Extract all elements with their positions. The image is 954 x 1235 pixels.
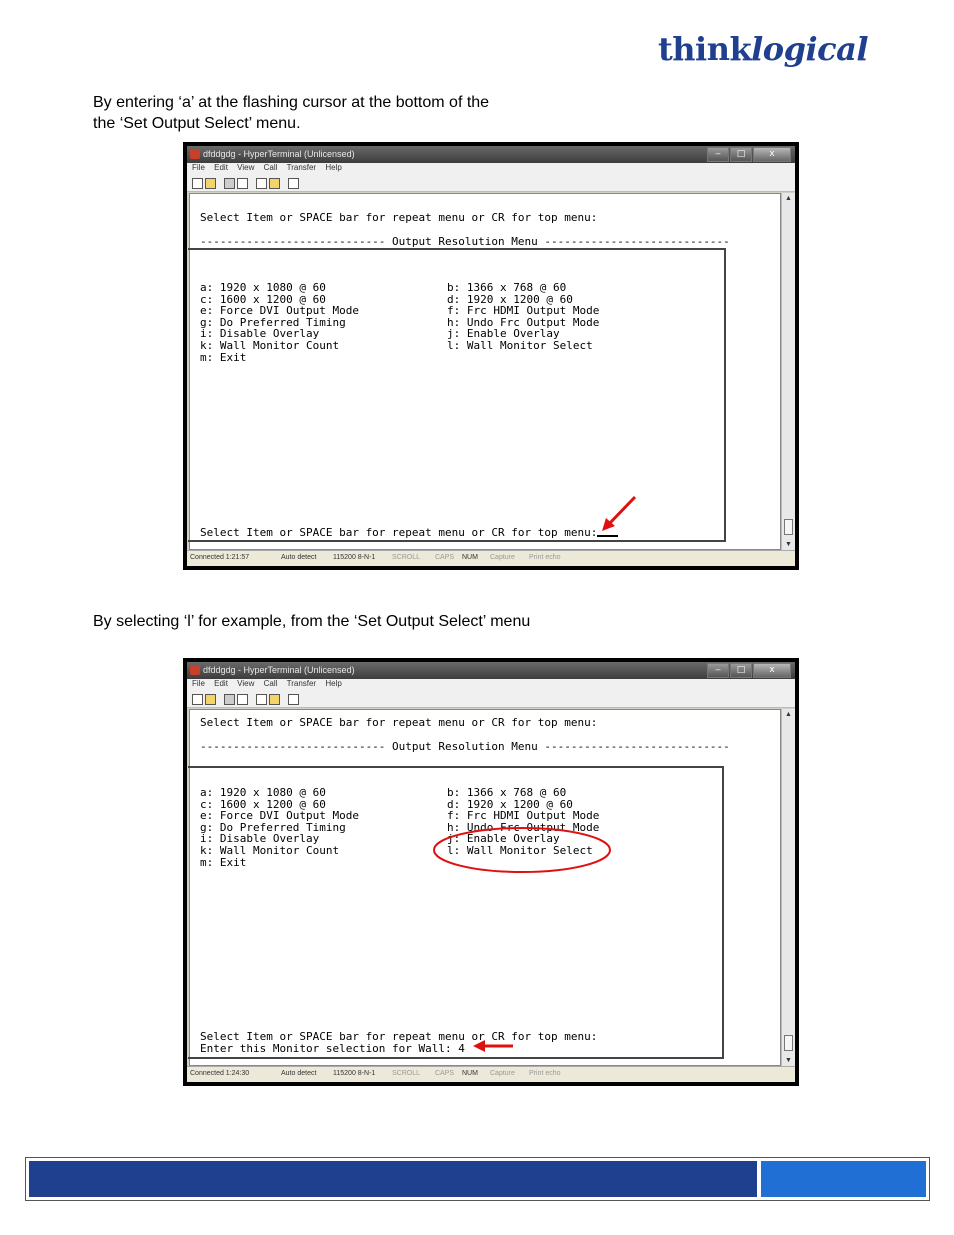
menu-file[interactable]: File [192,163,205,172]
scroll-down-icon[interactable]: ▼ [785,1057,792,1064]
menu-transfer[interactable]: Transfer [287,163,317,172]
properties-icon[interactable] [288,178,299,189]
paragraph-1-line-2: the ‘Set Output Select’ menu. [93,115,301,132]
vertical-scrollbar[interactable]: ▲ ▼ [781,193,795,550]
menu-view[interactable]: View [237,163,254,172]
status-bar: Connected 1:21:57 Auto detect 115200 8-N… [187,550,795,566]
terminal-area[interactable]: Select Item or SPACE bar for repeat menu… [188,709,781,1066]
send-icon[interactable] [256,694,267,705]
menu-edit[interactable]: Edit [214,679,228,688]
receive-icon[interactable] [269,178,280,189]
red-ellipse-highlight [433,827,611,873]
flashing-cursor [597,535,618,537]
paragraph-1-line-1: By entering ‘a’ at the flashing cursor a… [93,94,490,111]
status-bar: Connected 1:24:30 Auto detect 115200 8-N… [187,1066,795,1082]
receive-icon[interactable] [269,694,280,705]
logo-logical: logical [751,30,869,68]
window-title: dfddgdg - HyperTerminal (Unlicensed) [203,149,355,159]
window-title: dfddgdg - HyperTerminal (Unlicensed) [203,665,355,675]
menu-bar: File Edit View Call Transfer Help [187,679,795,691]
status-num: NUM [462,1070,478,1077]
menu-call[interactable]: Call [264,163,278,172]
properties-icon[interactable] [288,694,299,705]
terminal-prompt-top: Select Item or SPACE bar for repeat menu… [200,211,598,224]
minimize-button[interactable]: ‒ [707,663,729,678]
disconnect-icon[interactable] [237,694,248,705]
toolbar [187,691,795,708]
status-detect: Auto detect [281,1070,317,1077]
toolbar [187,175,795,192]
menu-header: ---------------------------- Output Reso… [200,740,730,753]
title-bar: dfddgdg - HyperTerminal (Unlicensed) ‒ □… [187,146,795,163]
menu-help[interactable]: Help [325,163,341,172]
wall-selection-prompt: Enter this Monitor selection for Wall: 4 [200,1042,465,1055]
terminal-area[interactable]: Select Item or SPACE bar for repeat menu… [188,193,781,550]
app-icon [190,149,200,159]
status-scroll: SCROLL [392,1070,421,1077]
footer-bar-dark [29,1161,757,1197]
instruction-paragraph-1: By entering ‘a’ at the flashing cursor a… [93,92,489,134]
menu-left-column: a: 1920 x 1080 @ 60 c: 1600 x 1200 @ 60 … [200,786,359,869]
scroll-thumb[interactable] [784,1035,793,1051]
scroll-up-icon[interactable]: ▲ [785,195,792,202]
title-bar: dfddgdg - HyperTerminal (Unlicensed) ‒ □… [187,662,795,679]
app-icon [190,665,200,675]
maximize-button[interactable]: □ [730,663,752,678]
open-icon[interactable] [205,694,216,705]
menu-file[interactable]: File [192,679,205,688]
status-caps: CAPS [435,554,455,561]
menu-view[interactable]: View [237,679,254,688]
terminal-prompt-bottom: Select Item or SPACE bar for repeat menu… [200,526,598,539]
menu-header: ---------------------------- Output Reso… [200,235,730,248]
close-button[interactable]: x [753,663,791,678]
terminal-prompt-bottom: Select Item or SPACE bar for repeat menu… [200,1030,598,1043]
scroll-up-icon[interactable]: ▲ [785,711,792,718]
footer-band [25,1157,930,1201]
send-icon[interactable] [256,178,267,189]
status-baud: 115200 8-N-1 [333,554,376,561]
status-detect: Auto detect [281,554,317,561]
status-connected: Connected 1:21:57 [190,554,250,561]
menu-bar: File Edit View Call Transfer Help [187,163,795,175]
red-left-arrow-icon [473,1040,513,1052]
minimize-button[interactable]: ‒ [707,147,729,162]
hyperterminal-screenshot-1: dfddgdg - HyperTerminal (Unlicensed) ‒ □… [183,142,799,570]
menu-call[interactable]: Call [264,679,278,688]
vertical-scrollbar[interactable]: ▲ ▼ [781,709,795,1066]
red-arrow-icon [602,495,637,531]
terminal-prompt-top: Select Item or SPACE bar for repeat menu… [200,716,598,729]
maximize-button[interactable]: □ [730,147,752,162]
menu-right-column: b: 1366 x 768 @ 60 d: 1920 x 1200 @ 60 f… [447,281,600,352]
status-echo: Print echo [529,1070,561,1077]
connect-icon[interactable] [224,178,235,189]
status-echo: Print echo [529,554,561,561]
status-num: NUM [462,554,478,561]
menu-transfer[interactable]: Transfer [287,679,317,688]
new-icon[interactable] [192,178,203,189]
thinklogical-logo: thinklogical [658,30,869,68]
scroll-thumb[interactable] [784,519,793,535]
menu-help[interactable]: Help [325,679,341,688]
footer-bar-light [761,1161,926,1197]
logo-think: think [658,30,752,68]
menu-edit[interactable]: Edit [214,163,228,172]
status-capture: Capture [490,554,515,561]
hyperterminal-window: dfddgdg - HyperTerminal (Unlicensed) ‒ □… [187,662,795,1082]
connect-icon[interactable] [224,694,235,705]
instruction-paragraph-2: By selecting ‘l’ for example, from the ‘… [93,613,531,630]
status-connected: Connected 1:24:30 [190,1070,250,1077]
status-scroll: SCROLL [392,554,421,561]
close-button[interactable]: x [753,147,791,162]
disconnect-icon[interactable] [237,178,248,189]
scroll-down-icon[interactable]: ▼ [785,541,792,548]
status-caps: CAPS [435,1070,455,1077]
status-capture: Capture [490,1070,515,1077]
hyperterminal-screenshot-2: dfddgdg - HyperTerminal (Unlicensed) ‒ □… [183,658,799,1086]
status-baud: 115200 8-N-1 [333,1070,376,1077]
new-icon[interactable] [192,694,203,705]
menu-left-column: a: 1920 x 1080 @ 60 c: 1600 x 1200 @ 60 … [200,281,359,364]
open-icon[interactable] [205,178,216,189]
hyperterminal-window: dfddgdg - HyperTerminal (Unlicensed) ‒ □… [187,146,795,566]
